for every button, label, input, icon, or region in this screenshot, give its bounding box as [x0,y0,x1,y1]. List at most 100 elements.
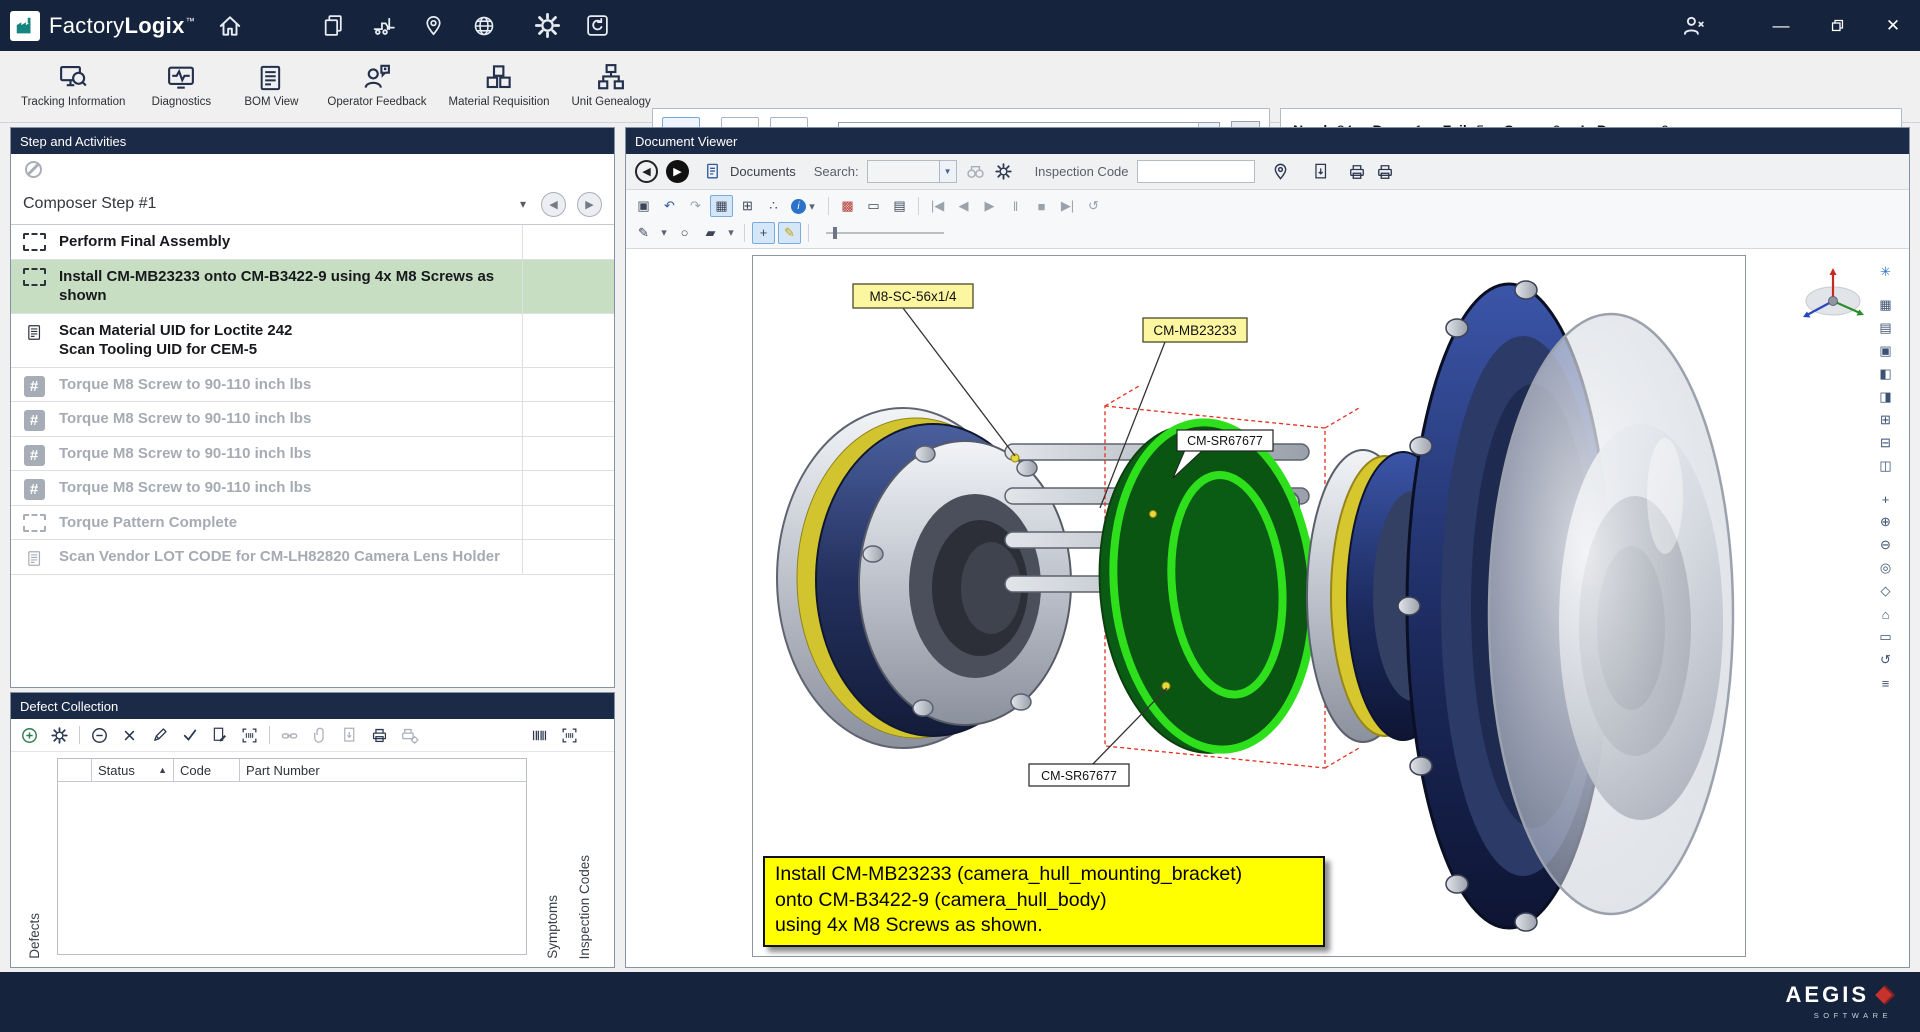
composer-dropdown-caret[interactable]: ▾ [520,197,526,211]
activity-row-torque-3[interactable]: # Torque M8 Screw to 90-110 inch lbs [11,437,614,472]
diagnostics-button[interactable]: Diagnostics [138,55,224,111]
zoom-slider[interactable] [826,232,944,234]
attach-file-button[interactable] [309,725,330,746]
info-button[interactable]: i▾ [788,195,821,217]
activity-row-scan-material[interactable]: Scan Material UID for Loctite 242 Scan T… [11,314,614,368]
pan-tool-icon[interactable]: + [752,222,775,244]
remove-defect-button[interactable] [89,725,110,746]
operator-feedback-button[interactable]: Operator Feedback [318,55,435,111]
nav-back-button[interactable]: ◀ [635,160,658,183]
eraser-tool-icon[interactable]: ▰ [699,222,722,244]
nav-loop-icon[interactable]: ↺ [1082,195,1105,217]
pages-button[interactable] [317,9,351,43]
part-lens-dome[interactable] [1489,314,1733,914]
viewer-settings-icon[interactable] [994,162,1013,181]
add-defect-button[interactable] [19,725,40,746]
activity-row-scan-vendor-lot[interactable]: Scan Vendor LOT CODE for CM-LH82820 Came… [11,540,614,575]
code-column-header[interactable]: Code [174,759,240,781]
globe-button[interactable] [467,9,501,43]
rotate-view-icon[interactable]: ↺ [1873,649,1898,671]
home-button[interactable] [213,9,247,43]
scan-defect-button[interactable] [239,725,260,746]
nav-prev-icon[interactable]: ◀ [952,195,975,217]
material-requisition-button[interactable]: Material Requisition [440,55,559,111]
settings-button[interactable] [531,9,565,43]
tab-symptoms[interactable]: Symptoms [545,895,560,959]
zoom-in-icon[interactable]: ⊕ [1873,511,1898,533]
zoom-out-icon[interactable]: ⊖ [1873,534,1898,556]
add-pane-icon[interactable]: ⊞ [1873,409,1898,431]
nav-pause-icon[interactable]: ‖ [1004,195,1027,217]
activity-row-torque-4[interactable]: # Torque M8 Screw to 90-110 inch lbs [11,471,614,506]
print-document-icon[interactable] [1347,162,1367,182]
activity-row-torque-pattern[interactable]: Torque Pattern Complete [11,506,614,541]
activity-row-perform-final-assembly[interactable]: Perform Final Assembly [11,225,614,260]
activity-row-torque-2[interactable]: # Torque M8 Screw to 90-110 inch lbs [11,402,614,437]
forklift-button[interactable] [367,9,401,43]
unit-genealogy-button[interactable]: Unit Genealogy [563,55,660,111]
barcode-label-button[interactable] [529,725,550,746]
logout-user-button[interactable] [1676,9,1710,43]
grid-view-icon[interactable]: ▦ [1873,294,1898,316]
undo-icon[interactable]: ↶ [658,195,681,217]
parts-tree-icon[interactable]: ∴ [762,195,785,217]
nav-first-icon[interactable]: |◀ [926,195,949,217]
remove-pane-icon[interactable]: ⊟ [1873,432,1898,454]
zoom-target-icon[interactable]: ◎ [1873,557,1898,579]
bom-view-button[interactable]: BOM View [228,55,314,111]
print-settings-button[interactable] [399,725,420,746]
saved-views-icon[interactable]: ▤ [888,195,911,217]
view-mode-icon[interactable]: ▦ [710,195,733,217]
edit-defect-button[interactable] [149,725,170,746]
split-left-icon[interactable]: ◧ [1873,363,1898,385]
activity-row-torque-1[interactable]: # Torque M8 Screw to 90-110 inch lbs [11,368,614,403]
orientation-gizmo[interactable] [1794,265,1872,331]
list-view-icon[interactable]: ≡ [1873,672,1898,694]
barcode-scan-button[interactable] [559,725,580,746]
location-button[interactable] [417,9,451,43]
confirm-defect-button[interactable] [179,725,200,746]
shape-tool-icon[interactable]: ○ [673,222,696,244]
print-defects-button[interactable] [369,725,390,746]
cell-view-icon[interactable]: ▣ [1873,340,1898,362]
part-number-column-header[interactable]: Part Number [240,759,526,781]
redo-icon[interactable]: ↷ [684,195,707,217]
tracking-information-button[interactable]: Tracking Information [12,55,134,111]
restore-button[interactable] [1822,11,1852,41]
link-defect-button[interactable] [279,725,300,746]
activity-row-install-bracket[interactable]: Install CM-MB23233 onto CM-B3422-9 using… [11,260,614,314]
pin-location-icon[interactable] [1271,162,1290,181]
table-view-icon[interactable]: ▤ [1873,317,1898,339]
prohibit-icon[interactable] [25,161,42,178]
export-document-icon[interactable] [1312,162,1331,181]
inspection-code-input[interactable] [1137,160,1255,183]
move-view-icon[interactable]: + [1873,488,1898,510]
highlighter-tool-icon[interactable]: ✎ [778,222,801,244]
cad-3d-view[interactable]: M8-SC-56x1/4 CM-MB23233 CM-SR67677 CM-SR… [753,256,1745,956]
search-combo[interactable]: ▼ [867,160,957,183]
checkbox-column-header[interactable] [58,759,92,781]
document-page[interactable]: M8-SC-56x1/4 CM-MB23233 CM-SR67677 CM-SR… [752,255,1746,957]
fit-page-icon[interactable]: ⊞ [736,195,759,217]
pen-tool-icon[interactable]: ✎ [632,222,655,244]
screen-view-icon[interactable]: ▭ [1873,626,1898,648]
next-step-button[interactable]: ▶ [577,192,602,217]
find-icon[interactable] [965,161,986,182]
defect-settings-button[interactable] [49,725,70,746]
sync-button[interactable] [581,9,615,43]
home-view-icon[interactable]: ⌂ [1873,603,1898,625]
nav-stop-icon[interactable]: ■ [1030,195,1053,217]
columns-icon[interactable]: ◫ [1873,455,1898,477]
nav-next-icon[interactable]: ▶| [1056,195,1079,217]
defect-notes-button[interactable] [209,725,230,746]
close-button[interactable]: ✕ [1878,11,1908,41]
documents-label[interactable]: Documents [730,164,796,179]
nav-play-icon[interactable]: ▶ [978,195,1001,217]
snap-icon[interactable]: ✳ [1873,261,1898,283]
zoom-slider-thumb[interactable] [833,227,837,239]
nav-forward-button[interactable]: ▶ [666,160,689,183]
previous-step-button[interactable]: ◀ [541,192,566,217]
tab-defects[interactable]: Defects [27,913,42,959]
search-dropdown-icon[interactable]: ▼ [939,161,956,182]
part-mounting-ring-highlighted[interactable] [1086,414,1326,761]
